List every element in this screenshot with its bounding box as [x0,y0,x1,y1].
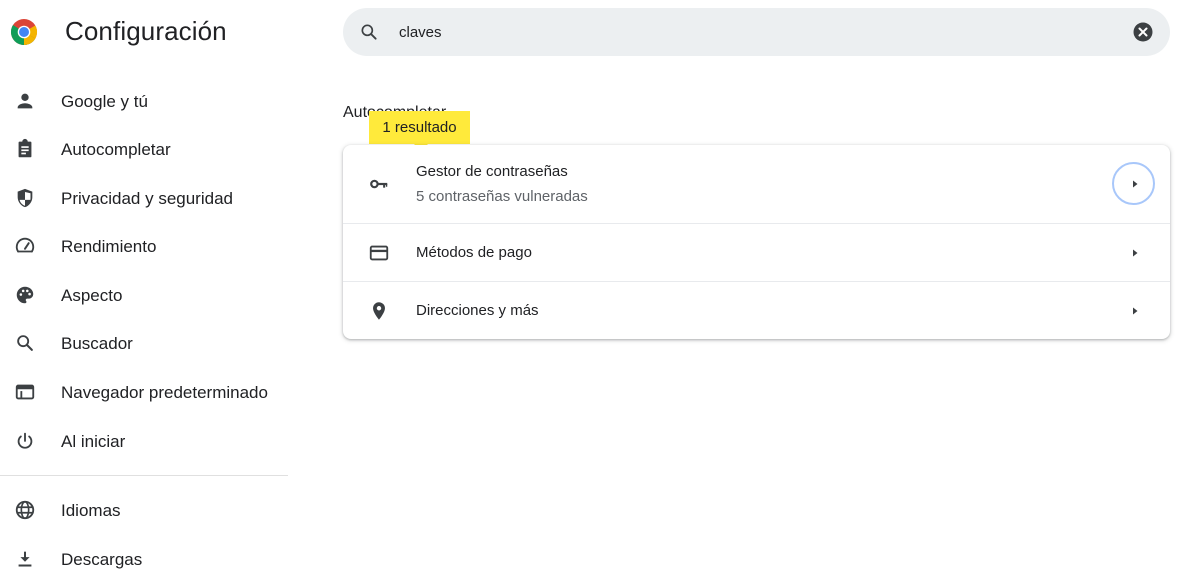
shield-icon [17,188,33,208]
sidebar-item-label: Google y tú [61,92,148,111]
sidebar-item-search-engine[interactable]: Buscador [0,322,288,362]
power-icon [17,432,33,449]
sidebar-item-label: Aspecto [61,286,123,305]
clipboard-icon [18,138,32,158]
search-icon [361,24,377,40]
row-subtitle: 5 contraseñas vulneradas [416,188,588,205]
sidebar-item-label: Descargas [61,550,143,569]
sidebar-item-languages[interactable]: Idiomas [0,489,288,529]
sidebar-item-label: Privacidad y seguridad [61,189,233,208]
sidebar-item-performance[interactable]: Rendimiento [0,225,288,265]
person-icon [17,93,33,109]
row-title: Gestor de contraseñas [416,163,568,180]
globe-icon [15,500,35,520]
sidebar-item-privacy[interactable]: Privacidad y seguridad [0,177,288,217]
download-icon [18,551,32,567]
payment-methods-row[interactable]: Métodos de pago [343,223,1170,281]
page-title: Configuración [65,16,227,46]
chrome-logo-icon [10,19,38,46]
search-bar[interactable] [343,8,1170,56]
row-title: Métodos de pago [416,244,532,261]
sidebar-item-downloads[interactable]: Descargas [0,538,288,575]
arrow-right-icon[interactable] [1130,179,1140,189]
sidebar-item-google[interactable]: Google y tú [0,80,288,120]
arrow-right-icon[interactable] [1130,248,1140,258]
sidebar-item-label: Buscador [61,334,133,353]
browser-window-icon [15,384,35,400]
sidebar-item-label: Navegador predeterminado [61,383,268,402]
sidebar-item-label: Rendimiento [61,237,157,256]
sidebar-item-label: Al iniciar [61,432,126,451]
row-title: Direcciones y más [416,302,539,319]
palette-icon [16,286,34,304]
key-icon [370,179,388,189]
sidebar-divider [0,475,288,476]
sidebar-item-autofill[interactable]: Autocompletar [0,128,288,168]
autofill-card: Gestor de contraseñas 5 contraseñas vuln… [343,145,1170,339]
sidebar-item-default-browser[interactable]: Navegador predeterminado [0,371,288,411]
clear-search-icon[interactable] [1133,22,1153,42]
search-result-bubble: 1 resultado [369,111,470,151]
speedometer-icon [15,237,35,253]
sidebar-item-on-startup[interactable]: Al iniciar [0,420,288,460]
search-icon [17,335,33,351]
addresses-row[interactable]: Direcciones y más [343,281,1170,339]
sidebar-item-appearance[interactable]: Aspecto [0,274,288,314]
sidebar-item-label: Autocompletar [61,140,171,159]
sidebar-item-label: Idiomas [61,501,121,520]
location-pin-icon [373,302,385,320]
arrow-right-icon[interactable] [1130,306,1140,316]
search-input[interactable] [399,8,1099,56]
credit-card-icon [369,245,389,261]
password-manager-row[interactable]: Gestor de contraseñas 5 contraseñas vuln… [343,145,1170,223]
